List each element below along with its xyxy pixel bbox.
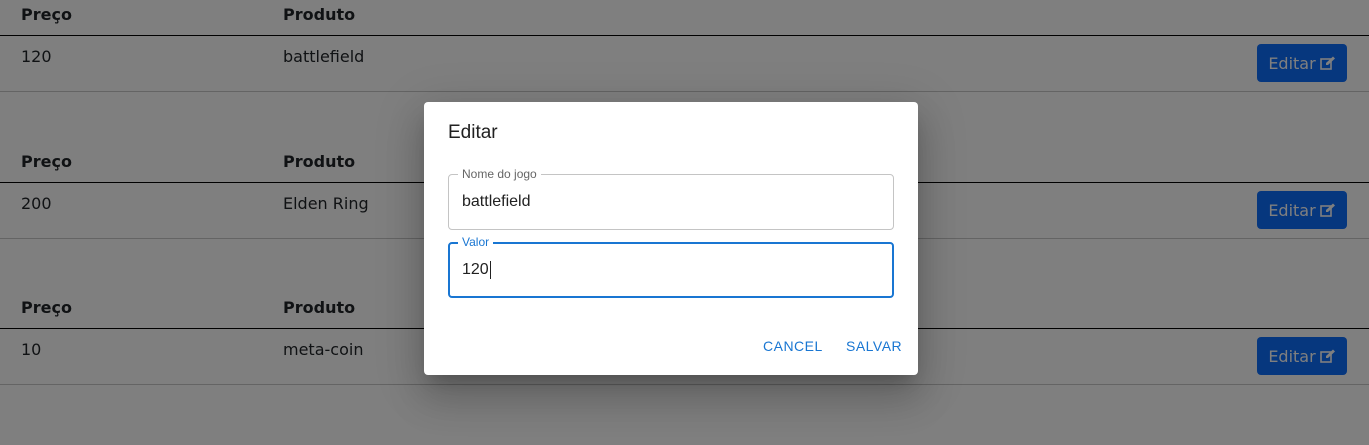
edit-dialog: Editar Nome do jogo Valor 120 CANCEL SAL… — [424, 102, 918, 375]
page: Preço Produto 120 battlefield Editar Pre… — [0, 0, 1369, 445]
game-name-field[interactable]: Nome do jogo — [448, 167, 894, 230]
dialog-title: Editar — [448, 122, 498, 143]
value-input[interactable]: 120 — [462, 261, 862, 279]
value-field[interactable]: Valor 120 — [448, 235, 894, 298]
game-name-label: Nome do jogo — [458, 167, 541, 181]
save-button[interactable]: SALVAR — [846, 338, 902, 354]
game-name-input[interactable] — [462, 193, 862, 211]
cancel-button[interactable]: CANCEL — [763, 338, 823, 354]
value-label: Valor — [458, 235, 494, 249]
value-input-text: 120 — [462, 261, 489, 279]
text-caret — [489, 261, 491, 279]
